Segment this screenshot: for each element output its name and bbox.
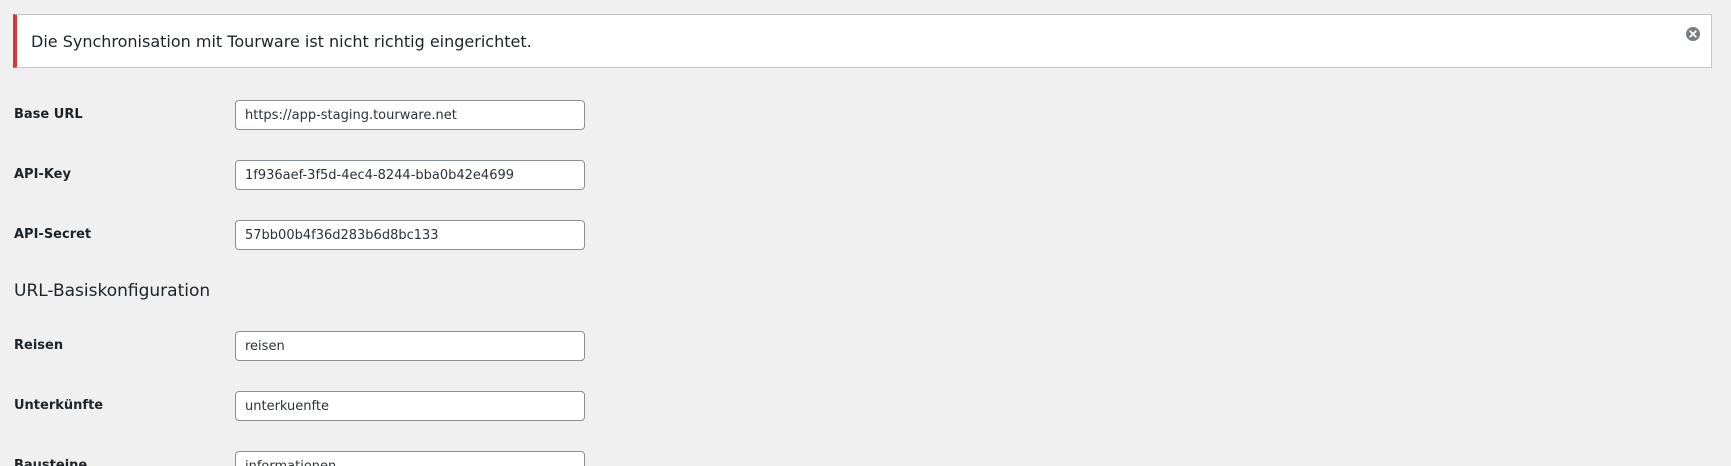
bausteine-input[interactable] [235,451,585,466]
close-circle-icon[interactable] [1685,26,1701,42]
api-key-row: API-Key [14,160,614,190]
api-key-input[interactable] [235,160,585,190]
base-url-label: Base URL [14,107,83,122]
reisen-input[interactable] [235,331,585,361]
api-secret-row: API-Secret [14,220,614,250]
api-secret-input[interactable] [235,220,585,250]
unterkuenfte-label: Unterkünfte [14,398,104,413]
settings-page: Die Synchronisation mit Tourware ist nic… [0,0,1731,466]
unterkuenfte-input[interactable] [235,391,585,421]
api-secret-label: API-Secret [14,227,92,242]
bausteine-label: Bausteine [14,458,88,466]
unterkuenfte-row: Unterkünfte [14,391,614,421]
base-url-row: Base URL [14,100,614,130]
reisen-label: Reisen [14,338,64,353]
notice-message: Die Synchronisation mit Tourware ist nic… [31,32,532,51]
reisen-row: Reisen [14,331,614,361]
bausteine-row: Bausteine [14,451,614,466]
error-notice: Die Synchronisation mit Tourware ist nic… [13,14,1712,68]
base-url-input[interactable] [235,100,585,130]
api-key-label: API-Key [14,167,71,182]
url-config-heading: URL-Basiskonfiguration [14,281,211,301]
